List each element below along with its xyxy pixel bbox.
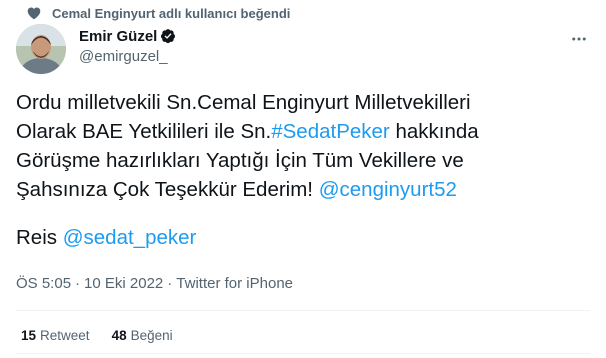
- tweet-stats: 15 Retweet 48 Beğeni: [21, 328, 173, 343]
- meta-separator: ·: [167, 275, 173, 292]
- tweet-text-segment: Reis: [16, 226, 63, 249]
- tweet-text-segment: Ordu milletvekili Sn.Cemal Enginyurt Mil…: [16, 91, 471, 114]
- hashtag-link[interactable]: #SedatPeker: [271, 120, 390, 143]
- more-options-button[interactable]: [568, 32, 590, 46]
- tweet-text-segment: hakkında: [389, 120, 479, 143]
- tweet-text-segment: Görüşme hazırlıkları Yaptığı İçin Tüm Ve…: [16, 149, 464, 172]
- tweet-text: Ordu milletvekili Sn.Cemal Enginyurt Mil…: [16, 88, 591, 252]
- tweet-line: Olarak BAE Yetkilileri ile Sn.#SedatPeke…: [16, 117, 591, 146]
- display-name[interactable]: Emir Güzel: [79, 28, 157, 45]
- user-handle[interactable]: @emirguzel_: [79, 48, 176, 65]
- divider: [16, 353, 590, 354]
- mention-link[interactable]: @cenginyurt52: [319, 178, 457, 201]
- avatar[interactable]: [16, 24, 66, 74]
- divider: [16, 310, 590, 311]
- tweet-text-segment: Olarak BAE Yetkilileri ile Sn.: [16, 120, 272, 143]
- like-count-label: Beğeni: [130, 328, 173, 343]
- mention-link[interactable]: @sedat_peker: [63, 226, 197, 249]
- tweet-line: Şahsınıza Çok Teşekkür Ederim! @cenginyu…: [16, 175, 591, 204]
- more-horizontal-icon: [570, 30, 588, 48]
- like-count[interactable]: 48 Beğeni: [112, 328, 173, 343]
- retweet-count-label: Retweet: [40, 328, 90, 343]
- tweet-source[interactable]: Twitter for iPhone: [176, 275, 293, 292]
- like-count-number: 48: [111, 328, 127, 343]
- verified-badge-icon: [160, 28, 176, 44]
- social-context[interactable]: Cemal Enginyurt adlı kullanıcı beğendi: [26, 4, 290, 22]
- heart-icon: [26, 5, 42, 21]
- retweet-count-number: 15: [21, 328, 37, 343]
- author-info: Emir Güzel @emirguzel_: [79, 26, 176, 65]
- tweet-line: Görüşme hazırlıkları Yaptığı İçin Tüm Ve…: [16, 146, 591, 175]
- tweet-date[interactable]: 10 Eki 2022: [84, 275, 163, 292]
- tweet-time[interactable]: ÖS 5:05: [16, 275, 71, 292]
- tweet-line: Ordu milletvekili Sn.Cemal Enginyurt Mil…: [16, 88, 591, 117]
- tweet-line: Reis @sedat_peker: [16, 223, 591, 252]
- retweet-count[interactable]: 15 Retweet: [21, 328, 90, 343]
- tweet-meta: ÖS 5:05 · 10 Eki 2022 · Twitter for iPho…: [16, 275, 293, 292]
- meta-separator: ·: [75, 275, 81, 292]
- tweet-text-segment: Şahsınıza Çok Teşekkür Ederim!: [16, 178, 319, 201]
- social-context-label: Cemal Enginyurt adlı kullanıcı beğendi: [52, 5, 291, 21]
